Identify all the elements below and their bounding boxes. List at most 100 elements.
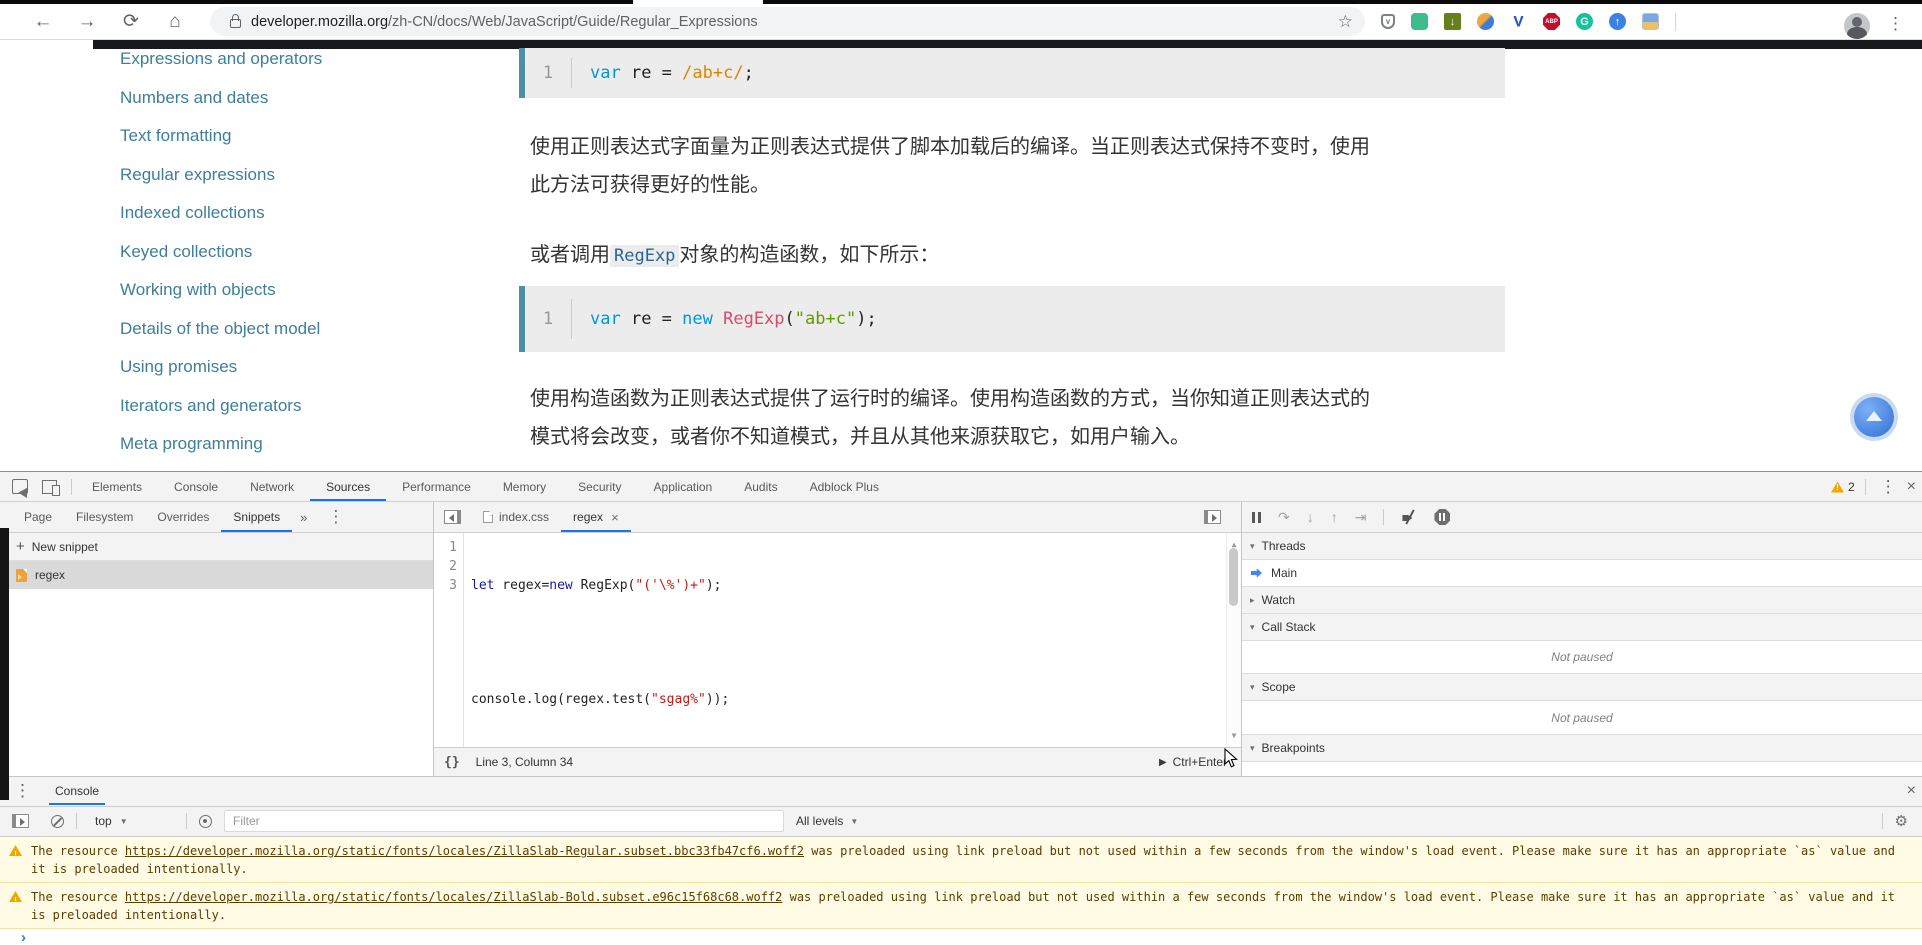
adblock-plus-extension-icon[interactable]: ABP [1543,13,1560,30]
section-scope[interactable]: ▾ Scope [1242,674,1922,701]
scroll-to-top-button[interactable] [1854,397,1894,437]
run-snippet-button[interactable]: ▶ Ctrl+Enter [1159,755,1227,769]
file-tab-index-css[interactable]: index.css [471,502,561,532]
tab-network[interactable]: Network [234,473,310,501]
sidebar-link-text-formatting[interactable]: Text formatting [120,126,232,145]
log-levels-selector[interactable]: All levels ▼ [796,814,858,828]
pause-on-exceptions-icon[interactable] [1434,509,1450,525]
evernote-extension-icon[interactable] [1411,13,1428,30]
uploader-extension-icon[interactable]: ↑ [1609,13,1626,30]
console-warning-row[interactable]: The resource https://developer.mozilla.o… [0,883,1922,929]
url-text[interactable]: developer.mozilla.org/zh-CN/docs/Web/Jav… [251,14,758,30]
tab-console-drawer[interactable]: Console [49,777,105,805]
step-into-icon[interactable]: ↓ [1307,509,1314,525]
section-breakpoints[interactable]: ▾ Breakpoints [1242,735,1922,762]
tab-filesystem[interactable]: Filesystem [64,503,145,532]
sidebar-link-meta-programming[interactable]: Meta programming [120,434,263,453]
tab-sources[interactable]: Sources [310,473,386,501]
https-lock-icon[interactable] [230,19,241,28]
sidebar-link-indexed-collections[interactable]: Indexed collections [120,203,265,222]
show-console-sidebar-icon[interactable] [12,814,29,828]
warning-resource-link[interactable]: https://developer.mozilla.org/static/fon… [125,844,804,858]
deactivate-breakpoints-icon[interactable] [1401,509,1417,525]
sidebar-link-regular-expressions[interactable]: Regular expressions [120,165,275,184]
file-tab-regex[interactable]: regex × [561,502,631,532]
console-prompt[interactable]: › [0,929,1922,945]
devtools-menu-icon[interactable]: ⋮ [1880,477,1897,497]
warning-icon [9,891,22,902]
close-tab-icon[interactable]: × [611,510,619,525]
section-call-stack[interactable]: ▾ Call Stack [1242,614,1922,641]
back-icon[interactable]: ← [30,11,56,33]
mdn-sidebar: Expressions and operators Numbers and da… [120,40,322,464]
editor-file-tabs: index.css regex × [434,502,1241,533]
device-toolbar-icon[interactable] [42,480,57,494]
vimium-extension-icon[interactable]: V [1510,13,1527,30]
tab-page[interactable]: Page [12,503,64,532]
forward-icon[interactable]: → [74,11,100,33]
tab-performance[interactable]: Performance [386,473,487,501]
download-extension-icon[interactable]: ↓ [1444,13,1461,30]
clear-console-icon[interactable] [51,815,64,828]
sidebar-item: Numbers and dates [120,79,322,118]
profile-avatar[interactable] [1844,13,1870,39]
code-editor[interactable]: 1 2 3 let regex=new RegExp("('\%')+"); c… [434,533,1241,747]
sidebar-link-object-model[interactable]: Details of the object model [120,319,320,338]
warning-resource-link[interactable]: https://developer.mozilla.org/static/fon… [125,890,782,904]
sidebar-item: Keyed collections [120,233,322,272]
new-snippet-button[interactable]: + New snippet [0,533,433,561]
sidebar-link-iterators[interactable]: Iterators and generators [120,396,301,415]
sidebar-link-working-with-objects[interactable]: Working with objects [120,280,276,299]
more-tabs-icon[interactable]: » [292,510,315,525]
console-warning-row[interactable]: The resource https://developer.mozilla.o… [0,837,1922,883]
inline-code-regexp[interactable]: RegExp [610,245,679,267]
pretty-print-icon[interactable]: {} [444,755,460,770]
drawer-menu-icon[interactable]: ⋮ [14,781,31,801]
sidebar-link-expressions[interactable]: Expressions and operators [120,49,322,68]
context-selector[interactable]: top ▼ [89,814,174,828]
snippet-item-regex[interactable]: regex [0,561,433,589]
tab-memory[interactable]: Memory [487,473,562,501]
thread-main-row[interactable]: Main [1242,560,1922,587]
step-icon[interactable]: ⇥ [1355,509,1367,526]
warning-count-badge[interactable]: 2 [1831,480,1855,494]
tab-elements[interactable]: Elements [76,473,158,501]
step-out-icon[interactable]: ↑ [1331,509,1338,525]
editor-scrollbar[interactable]: ▲ ▼ [1226,533,1241,747]
grammarly-extension-icon[interactable]: G [1576,13,1593,30]
reload-icon[interactable]: ⟳ [118,10,144,33]
section-watch[interactable]: ▸ Watch [1242,587,1922,614]
scrollbar-thumb[interactable] [1229,548,1238,606]
bookmark-star-icon[interactable]: ☆ [1338,12,1353,32]
section-threads[interactable]: ▾ Threads [1242,533,1922,560]
chrome-menu-icon[interactable]: ⋮ [1887,14,1904,34]
drawer-close-icon[interactable]: × [1907,782,1916,800]
tab-application[interactable]: Application [638,473,729,501]
tab-security[interactable]: Security [562,473,637,501]
console-filter-input[interactable] [224,810,784,832]
sidebar-link-keyed-collections[interactable]: Keyed collections [120,242,252,261]
inspect-element-icon[interactable] [12,479,28,494]
tab-audits[interactable]: Audits [728,473,793,501]
tab-overrides[interactable]: Overrides [145,503,221,532]
scrollbar-down-icon[interactable]: ▼ [1227,726,1241,745]
navigator-menu-icon[interactable]: ⋮ [327,507,344,527]
devtools-close-icon[interactable]: × [1907,478,1916,496]
url-bar[interactable]: developer.mozilla.org/zh-CN/docs/Web/Jav… [210,7,1365,36]
show-debugger-panel-icon[interactable] [1204,510,1221,524]
pause-script-icon[interactable] [1252,512,1261,523]
pocket-extension-icon[interactable]: ∨ [1381,14,1395,29]
sidebar-link-numbers[interactable]: Numbers and dates [120,88,268,107]
theme-extension-icon[interactable] [1477,13,1494,30]
sidebar-link-using-promises[interactable]: Using promises [120,357,237,376]
screenshot-extension-icon[interactable] [1642,13,1659,30]
home-icon[interactable]: ⌂ [162,11,188,33]
editor-code[interactable]: let regex=new RegExp("('\%')+"); console… [464,533,729,747]
live-expression-icon[interactable] [199,815,212,828]
hide-navigator-icon[interactable] [444,510,461,524]
console-settings-icon[interactable]: ⚙ [1895,812,1908,830]
tab-snippets[interactable]: Snippets [221,503,292,532]
step-over-icon[interactable]: ↷ [1278,509,1290,526]
tab-adblock-plus[interactable]: Adblock Plus [794,473,895,501]
tab-console[interactable]: Console [158,473,234,501]
